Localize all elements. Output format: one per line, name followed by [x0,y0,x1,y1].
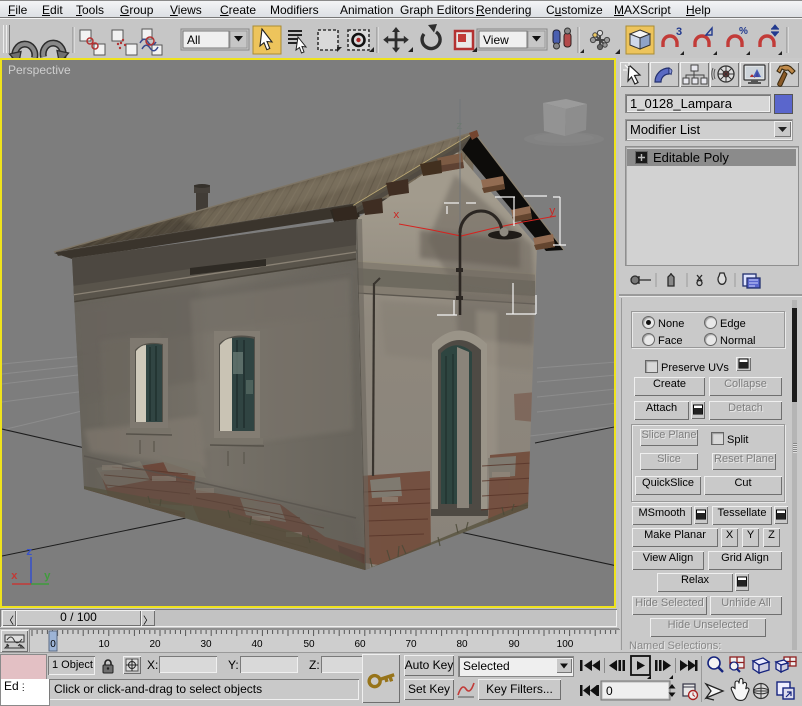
svg-text:x: x [393,210,400,222]
svg-text:60: 60 [354,639,366,650]
svg-text:20: 20 [149,639,161,650]
svg-text:View: View [483,33,509,47]
svg-text:10: 10 [98,639,110,650]
svg-text:y: y [549,206,556,218]
svg-text:30: 30 [200,639,212,650]
svg-text:100: 100 [557,639,574,650]
svg-text:40: 40 [251,639,263,650]
svg-text:0: 0 [50,639,56,650]
svg-text:y: y [44,571,51,583]
svg-text:3: 3 [676,26,682,38]
svg-text:50: 50 [303,639,315,650]
svg-text:80: 80 [456,639,468,650]
svg-text:z: z [456,121,463,133]
svg-text:All: All [187,33,200,47]
svg-text:x: x [11,571,18,583]
svg-text:90: 90 [508,639,520,650]
svg-text:%: % [739,26,748,37]
svg-text:0: 0 [606,684,613,698]
svg-text:z: z [26,547,33,559]
svg-text:Perspective: Perspective [8,63,71,77]
svg-text:70: 70 [405,639,417,650]
